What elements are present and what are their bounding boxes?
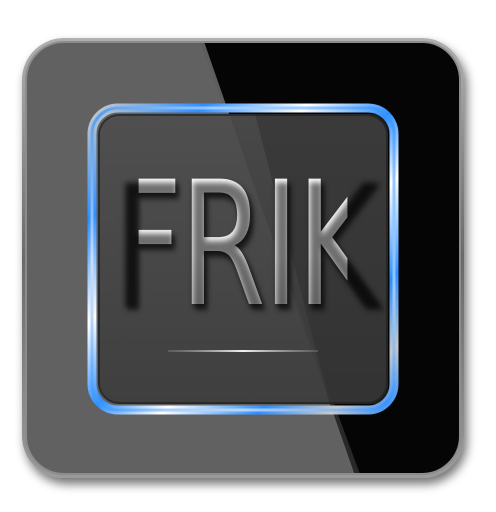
logo-text: FRIK <box>111 144 377 345</box>
app-icon: FRIK FRIK <box>0 0 496 512</box>
